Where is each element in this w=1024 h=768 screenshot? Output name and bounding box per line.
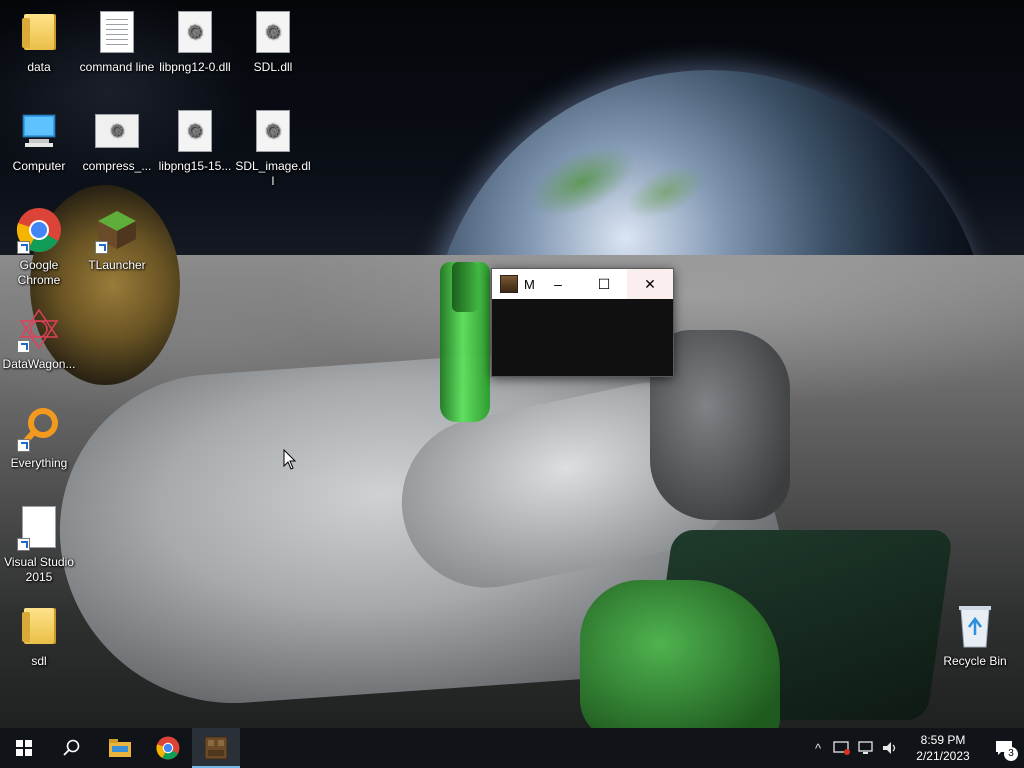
taskbar: ^ 8:59 PM 2/21/2023 3 <box>0 728 1024 768</box>
desktop-icon-sdl-image[interactable]: ⚙ SDL_image.dll <box>234 107 312 189</box>
shortcut-arrow-icon <box>17 538 30 551</box>
shortcut-arrow-icon <box>17 241 30 254</box>
notification-count-badge: 3 <box>1004 747 1018 761</box>
taskbar-search-button[interactable] <box>48 728 96 768</box>
minecraft-app-icon <box>500 275 518 293</box>
shortcut-arrow-icon <box>17 340 30 353</box>
desktop-icon-label: Computer <box>12 159 66 173</box>
desktop-icon-tlauncher[interactable]: TLauncher <box>78 206 156 273</box>
start-button[interactable] <box>0 728 48 768</box>
dll-file-icon: ⚙ <box>171 8 219 56</box>
wallpaper-green-object <box>580 580 780 740</box>
taskbar-file-explorer[interactable] <box>96 728 144 768</box>
desktop-icon-datawagon[interactable]: DataWagon... <box>0 305 78 372</box>
folder-icon <box>15 602 63 650</box>
dll-file-icon: ⚙ <box>171 107 219 155</box>
wallpaper-bottle-neck <box>452 262 478 312</box>
window-content[interactable] <box>492 299 673 375</box>
tray-volume-icon[interactable] <box>878 728 902 768</box>
desktop-icon-recycle-bin[interactable]: Recycle Bin <box>936 602 1014 669</box>
desktop: data command line ⚙ libpng12-0.dll ⚙ SDL… <box>0 0 1024 768</box>
desktop-icon-computer[interactable]: Computer <box>0 107 78 174</box>
minecraft-icon <box>204 736 228 760</box>
window-titlebar[interactable]: M – ☐ ✕ <box>492 269 673 299</box>
clock-date: 2/21/2023 <box>916 749 970 763</box>
tray-network-alert-icon[interactable] <box>830 728 854 768</box>
datawagon-icon <box>15 305 63 353</box>
computer-icon <box>15 107 63 155</box>
desktop-icon-label: sdl <box>31 654 47 668</box>
desktop-icon-data[interactable]: data <box>0 8 78 75</box>
desktop-icon-sdl[interactable]: sdl <box>0 602 78 669</box>
everything-search-icon <box>15 404 63 452</box>
desktop-icon-label: DataWagon... <box>2 357 76 371</box>
recycle-bin-icon <box>951 602 999 650</box>
search-icon <box>63 739 80 756</box>
minimize-button[interactable]: – <box>535 269 581 299</box>
start-icon <box>16 740 32 756</box>
desktop-icon-label: Recycle Bin <box>943 654 1007 668</box>
desktop-icon-label: command line <box>79 60 155 74</box>
desktop-icon-label: Google Chrome <box>17 258 61 287</box>
tlauncher-icon <box>93 206 141 254</box>
file-explorer-icon <box>109 739 131 757</box>
tray-network-icon[interactable] <box>854 728 878 768</box>
show-hidden-icons-button[interactable]: ^ <box>806 728 830 768</box>
desktop-icon-command-line[interactable]: command line <box>78 8 156 75</box>
shortcut-arrow-icon <box>95 241 108 254</box>
desktop-icon-label: libpng15-15... <box>158 159 232 173</box>
maximize-button[interactable]: ☐ <box>581 269 627 299</box>
folder-icon <box>15 8 63 56</box>
window-title: M <box>524 276 535 292</box>
desktop-icon-label: SDL.dll <box>253 60 293 74</box>
taskbar-minecraft[interactable] <box>192 728 240 768</box>
desktop-icon-visual-studio[interactable]: Visual Studio 2015 <box>0 503 78 585</box>
desktop-icon-label: data <box>27 60 51 74</box>
desktop-icon-compress[interactable]: ⚙ compress_... <box>78 107 156 174</box>
desktop-icon-label: compress_... <box>82 159 152 173</box>
close-button[interactable]: ✕ <box>627 269 673 299</box>
chrome-icon <box>15 206 63 254</box>
desktop-icon-label: libpng12-0.dll <box>159 60 231 74</box>
desktop-icon-label: SDL_image.dll <box>235 159 311 188</box>
settings-file-icon: ⚙ <box>93 107 141 155</box>
desktop-icon-google-chrome[interactable]: Google Chrome <box>0 206 78 288</box>
clock-time: 8:59 PM <box>920 733 966 747</box>
desktop-icon-everything[interactable]: Everything <box>0 404 78 471</box>
blank-file-icon <box>15 503 63 551</box>
app-window[interactable]: M – ☐ ✕ <box>491 268 674 377</box>
taskbar-chrome[interactable] <box>144 728 192 768</box>
desktop-icon-label: Visual Studio 2015 <box>4 555 74 584</box>
desktop-icon-sdl-dll[interactable]: ⚙ SDL.dll <box>234 8 312 75</box>
taskbar-clock[interactable]: 8:59 PM 2/21/2023 <box>902 732 984 764</box>
dll-file-icon: ⚙ <box>249 8 297 56</box>
desktop-icon-label: Everything <box>10 456 68 470</box>
shortcut-arrow-icon <box>17 439 30 452</box>
dll-file-icon: ⚙ <box>249 107 297 155</box>
desktop-icon-libpng12[interactable]: ⚙ libpng12-0.dll <box>156 8 234 75</box>
chrome-icon <box>156 736 180 760</box>
action-center-button[interactable]: 3 <box>984 728 1024 768</box>
desktop-icon-label: TLauncher <box>88 258 146 272</box>
desktop-icon-libpng15[interactable]: ⚙ libpng15-15... <box>156 107 234 174</box>
text-file-icon <box>93 8 141 56</box>
